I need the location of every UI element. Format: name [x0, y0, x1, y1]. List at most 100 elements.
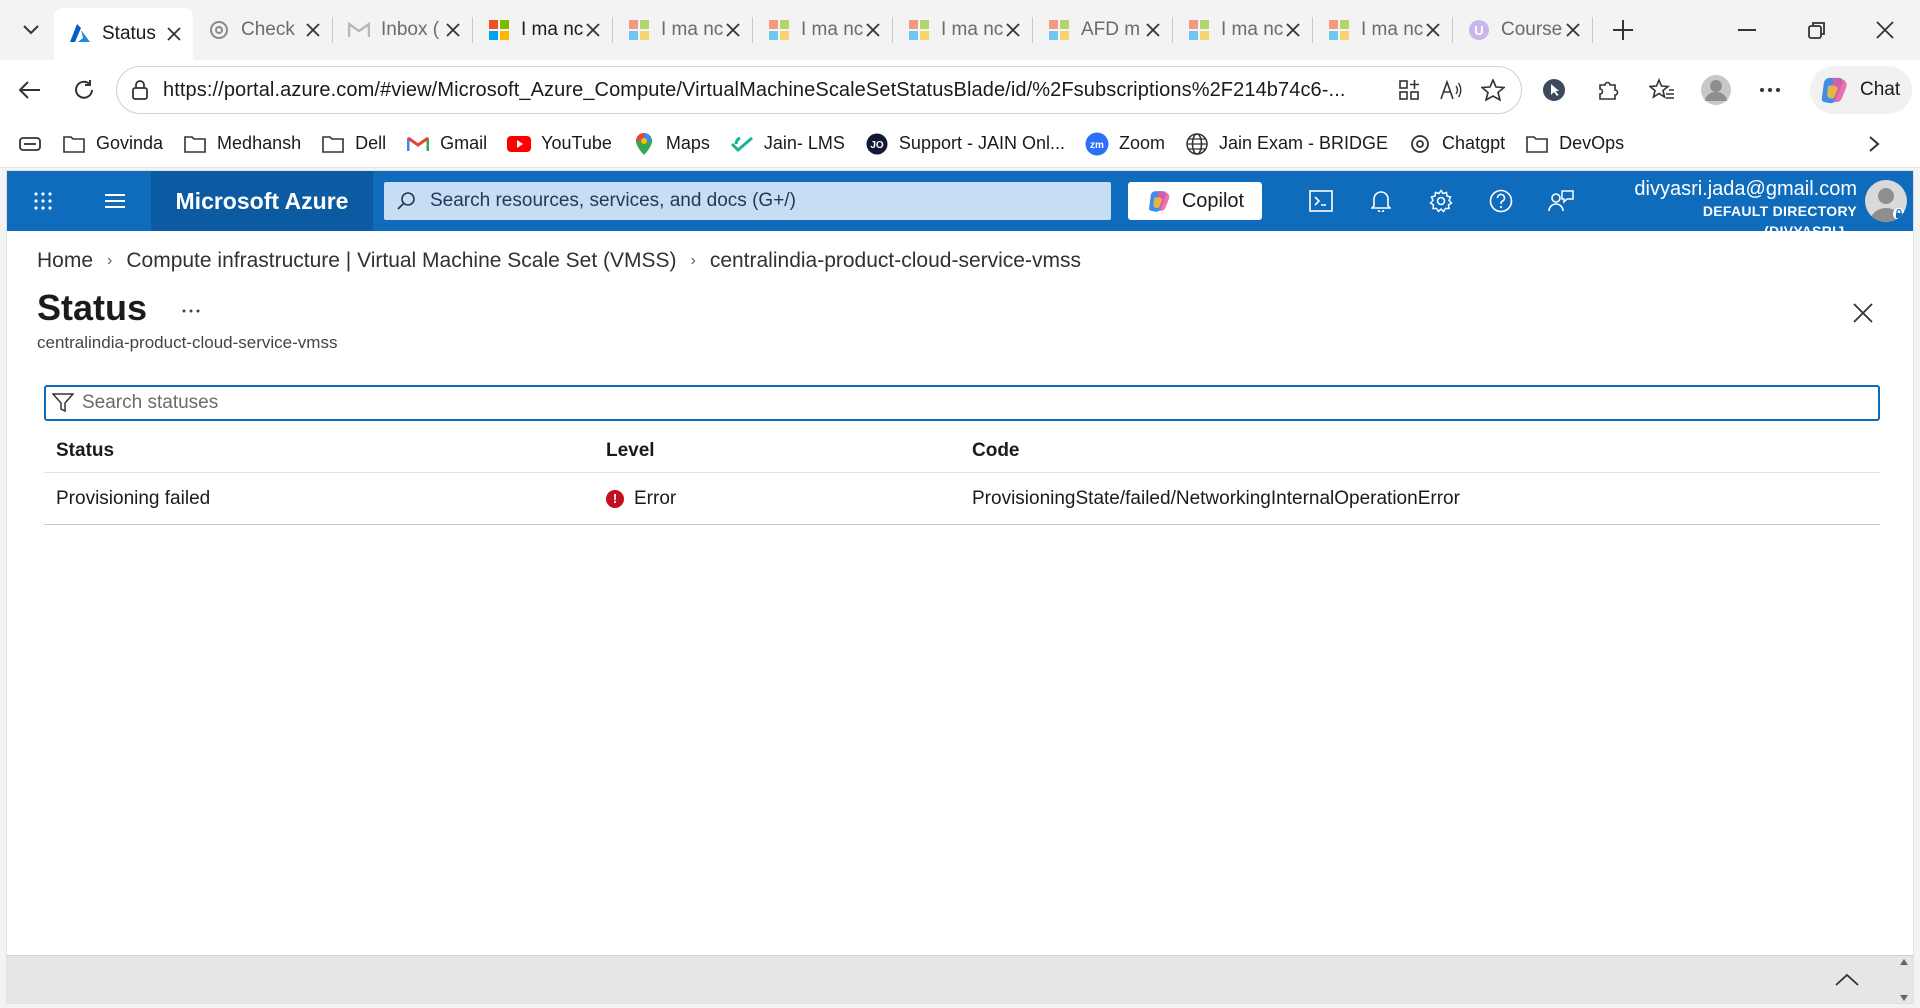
close-tab-icon[interactable] — [1144, 21, 1162, 39]
account-avatar[interactable] — [1865, 180, 1907, 222]
close-tab-icon[interactable] — [1004, 21, 1022, 39]
expand-panel-button[interactable] — [1827, 964, 1867, 996]
tab-i-ma-nc-2[interactable]: I ma nc — [613, 7, 752, 53]
bookmark-medhansh[interactable]: Medhansh — [173, 126, 311, 162]
address-bar[interactable]: https://portal.azure.com/#view/Microsoft… — [116, 66, 1522, 114]
copilot-chat-button[interactable]: Chat — [1810, 66, 1912, 114]
tab-title: I ma nc — [1361, 19, 1424, 40]
column-header-code[interactable]: Code — [960, 440, 1880, 462]
close-tab-icon[interactable] — [304, 21, 322, 39]
cloud-shell-button[interactable] — [1291, 171, 1351, 231]
copilot-icon — [1148, 191, 1170, 212]
tab-course[interactable]: U Course — [1453, 7, 1592, 53]
azure-portal: Microsoft Azure Copilot divyasri.jada@gm… — [6, 170, 1914, 1004]
bookmark-dell[interactable]: Dell — [311, 126, 396, 162]
extension-shield-button[interactable] — [1530, 66, 1578, 114]
close-tab-icon[interactable] — [1424, 21, 1442, 39]
close-tab-icon[interactable] — [444, 21, 462, 39]
breadcrumb-home[interactable]: Home — [37, 249, 93, 273]
help-button[interactable] — [1471, 171, 1531, 231]
back-button[interactable] — [6, 66, 54, 114]
azure-brand-link[interactable]: Microsoft Azure — [151, 171, 373, 231]
scrollbar[interactable] — [1895, 958, 1913, 1002]
settings-more-button[interactable] — [1746, 66, 1794, 114]
close-tab-icon[interactable] — [584, 21, 602, 39]
global-search-input[interactable] — [430, 190, 1110, 212]
user-avatar-icon — [1870, 188, 1905, 222]
maps-icon — [632, 132, 656, 156]
bookmark-jain-lms[interactable]: Jain- LMS — [720, 126, 855, 162]
azure-top-bar: Microsoft Azure Copilot divyasri.jada@gm… — [7, 171, 1913, 239]
minimize-icon — [1738, 29, 1756, 31]
bookmark-maps[interactable]: Maps — [622, 126, 720, 162]
bookmark-support-jain[interactable]: JO Support - JAIN Onl... — [855, 126, 1075, 162]
read-aloud-button[interactable] — [1430, 66, 1472, 114]
extensions-button[interactable] — [1584, 66, 1632, 114]
tab-i-ma-nc-5[interactable]: I ma nc — [1173, 7, 1312, 53]
column-header-status[interactable]: Status — [44, 440, 594, 462]
bookmark-devops[interactable]: DevOps — [1515, 126, 1634, 162]
profile-button[interactable] — [1692, 66, 1740, 114]
bookmark-jain-exam[interactable]: Jain Exam - BRIDGE — [1175, 126, 1398, 162]
lock-icon[interactable] — [131, 79, 149, 101]
feedback-button[interactable] — [1531, 171, 1591, 231]
tab-inbox[interactable]: Inbox ( — [333, 7, 472, 53]
more-bookmarks-button[interactable] — [1858, 126, 1890, 162]
column-header-level[interactable]: Level — [594, 440, 960, 462]
status-cell: Provisioning failed — [56, 487, 211, 509]
status-search-input[interactable] — [82, 392, 1862, 414]
new-tab-button[interactable] — [1603, 10, 1643, 50]
bookmark-youtube[interactable]: YouTube — [497, 126, 622, 162]
restore-icon — [1808, 22, 1825, 39]
global-search-box[interactable] — [384, 182, 1111, 220]
zoom-icon: zm — [1085, 132, 1109, 156]
tab-i-ma-nc-4[interactable]: I ma nc — [893, 7, 1032, 53]
account-info[interactable]: divyasri.jada@gmail.com DEFAULT DIRECTOR… — [1607, 177, 1857, 241]
scroll-up-arrow-icon[interactable] — [1899, 958, 1909, 966]
bookmark-chatgpt[interactable]: Chatgpt — [1398, 126, 1515, 162]
bookmark-zoom[interactable]: zm Zoom — [1075, 126, 1175, 162]
breadcrumb-resource[interactable]: centralindia-product-cloud-service-vmss — [710, 249, 1081, 273]
tab-afd[interactable]: AFD m — [1033, 7, 1172, 53]
settings-button[interactable] — [1411, 171, 1471, 231]
reading-list-button[interactable] — [0, 126, 52, 162]
tab-i-ma-nc-1[interactable]: I ma nc — [473, 7, 612, 53]
scroll-down-arrow-icon[interactable] — [1899, 994, 1909, 1002]
tab-i-ma-nc-6[interactable]: I ma nc — [1313, 7, 1452, 53]
app-available-button[interactable] — [1388, 66, 1430, 114]
copilot-label: Copilot — [1181, 189, 1245, 212]
notifications-button[interactable] — [1351, 171, 1411, 231]
close-tab-icon[interactable] — [1564, 21, 1582, 39]
table-row[interactable]: Provisioning failed ! Error Provisioning… — [44, 473, 1880, 525]
url-text[interactable]: https://portal.azure.com/#view/Microsoft… — [163, 79, 1378, 102]
close-tab-icon[interactable] — [165, 25, 183, 43]
close-blade-button[interactable] — [1843, 293, 1883, 333]
bookmark-label: YouTube — [541, 133, 612, 153]
star-icon — [1481, 79, 1505, 101]
bell-icon — [1371, 191, 1391, 212]
app-launcher-button[interactable] — [7, 171, 79, 231]
tab-i-ma-nc-3[interactable]: I ma nc — [753, 7, 892, 53]
more-actions-button[interactable] — [175, 295, 207, 327]
gmail-icon — [347, 18, 371, 42]
portal-menu-button[interactable] — [79, 171, 151, 231]
refresh-button[interactable] — [60, 66, 108, 114]
breadcrumb-vmss[interactable]: Compute infrastructure | Virtual Machine… — [126, 249, 676, 273]
extension-badge-icon — [1543, 79, 1565, 101]
close-tab-icon[interactable] — [1284, 21, 1302, 39]
azure-copilot-button[interactable]: Copilot — [1128, 182, 1262, 220]
close-window-button[interactable] — [1850, 0, 1920, 60]
favorites-button[interactable] — [1638, 66, 1686, 114]
add-favorite-button[interactable] — [1472, 66, 1514, 114]
close-tab-icon[interactable] — [724, 21, 742, 39]
tab-actions-menu-button[interactable] — [8, 7, 54, 53]
tab-check[interactable]: Check — [193, 7, 332, 53]
tab-title: Inbox ( — [381, 19, 440, 40]
restore-window-button[interactable] — [1782, 0, 1852, 60]
minimize-window-button[interactable] — [1712, 0, 1782, 60]
status-filter-box[interactable] — [44, 385, 1880, 421]
close-tab-icon[interactable] — [864, 21, 882, 39]
bookmark-govinda[interactable]: Govinda — [52, 126, 173, 162]
tab-status[interactable]: Status — [54, 8, 193, 60]
bookmark-gmail[interactable]: Gmail — [396, 126, 497, 162]
